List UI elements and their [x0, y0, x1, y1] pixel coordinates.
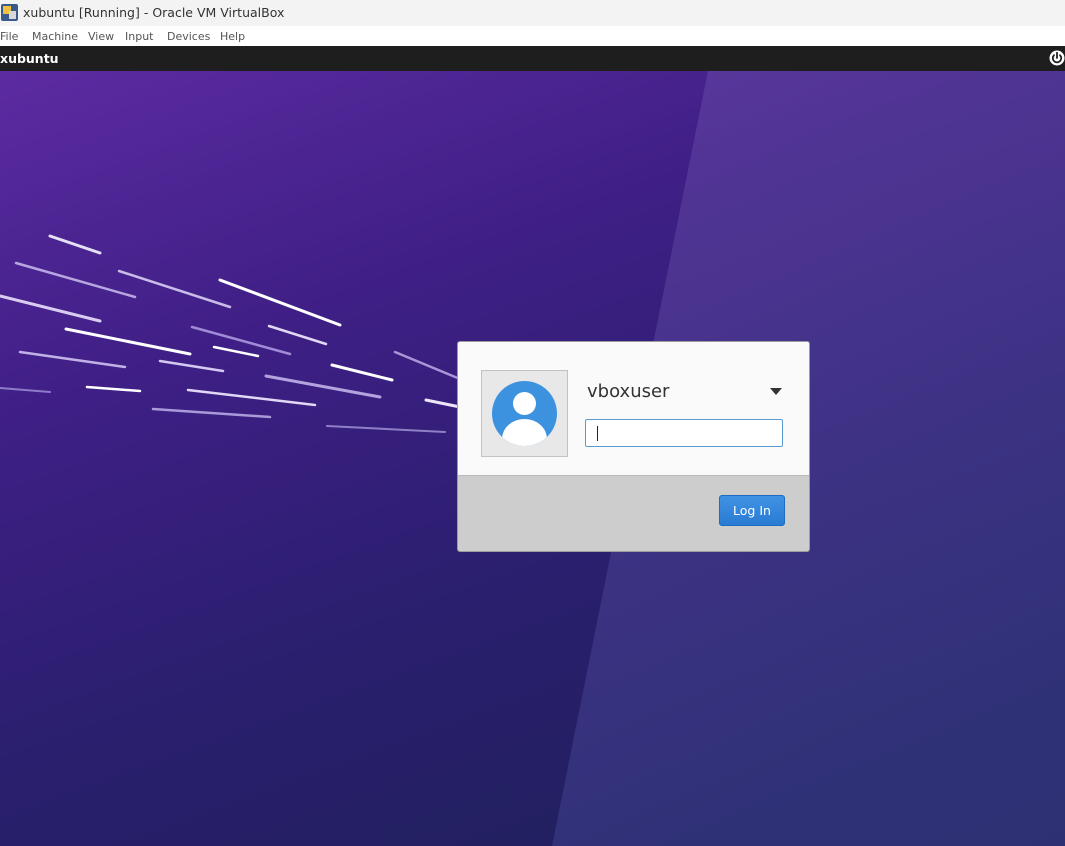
menu-devices[interactable]: Devices — [167, 30, 210, 43]
menu-machine[interactable]: Machine — [32, 30, 78, 43]
user-avatar-icon — [492, 381, 557, 446]
menu-file[interactable]: File — [0, 30, 18, 43]
window-title-bar: xubuntu [Running] - Oracle VM VirtualBox — [0, 0, 1065, 26]
avatar-frame — [481, 370, 568, 457]
chevron-down-icon[interactable] — [770, 388, 782, 395]
menu-view[interactable]: View — [88, 30, 114, 43]
power-icon[interactable] — [1049, 50, 1065, 66]
menu-bar: File Machine View Input Devices Help — [0, 26, 1065, 47]
login-button[interactable]: Log In — [719, 495, 785, 526]
login-dialog: vboxuser Log In — [457, 341, 810, 552]
decorative-light-streaks — [0, 234, 462, 433]
hostname-label: xubuntu — [0, 51, 59, 66]
login-dialog-upper: vboxuser — [458, 342, 809, 476]
password-field[interactable] — [585, 419, 783, 447]
username-label: vboxuser — [587, 381, 670, 402]
menu-input[interactable]: Input — [125, 30, 153, 43]
virtualbox-icon — [1, 4, 18, 21]
guest-top-bar: xubuntu — [0, 46, 1065, 71]
menu-help[interactable]: Help — [220, 30, 245, 43]
text-cursor — [597, 426, 598, 441]
window-title: xubuntu [Running] - Oracle VM VirtualBox — [23, 5, 285, 20]
